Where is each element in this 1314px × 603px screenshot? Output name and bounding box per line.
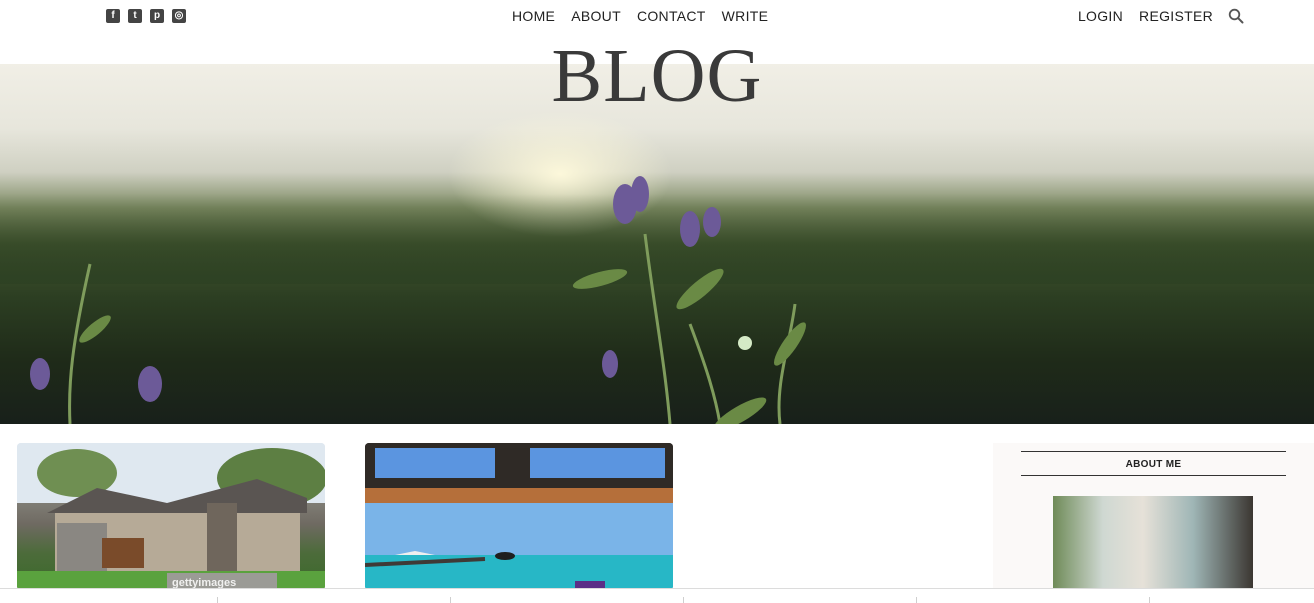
main-nav: HOME ABOUT CONTACT WRITE	[512, 8, 768, 24]
bottom-divider	[683, 597, 684, 603]
instagram-icon[interactable]: ◎	[172, 9, 186, 23]
nav-write[interactable]: WRITE	[722, 8, 769, 24]
top-bar: f t p ◎ HOME ABOUT CONTACT WRITE LOGIN R…	[0, 0, 1314, 34]
twitter-icon[interactable]: t	[128, 9, 142, 23]
register-link[interactable]: REGISTER	[1139, 8, 1213, 24]
post-card-house[interactable]: gettyimages	[17, 443, 325, 590]
pinterest-icon[interactable]: p	[150, 9, 164, 23]
facebook-icon[interactable]: f	[106, 9, 120, 23]
nav-contact[interactable]: CONTACT	[637, 8, 706, 24]
about-me-title: ABOUT ME	[1125, 459, 1182, 470]
blog-title: BLOG	[551, 34, 763, 118]
house-photo	[17, 443, 325, 590]
nav-home[interactable]: HOME	[512, 8, 555, 24]
about-divider-bottom	[1021, 475, 1286, 476]
hero-banner	[0, 64, 1314, 424]
post-card-pier[interactable]	[365, 443, 673, 590]
login-link[interactable]: LOGIN	[1078, 8, 1123, 24]
nav-about[interactable]: ABOUT	[571, 8, 621, 24]
pier-ocean-photo	[365, 443, 673, 590]
sidebar-about: ABOUT ME	[993, 443, 1314, 603]
workspace-photo	[1053, 496, 1253, 588]
about-divider-top	[1021, 451, 1286, 452]
bottom-divider	[450, 597, 451, 603]
bottom-bar	[0, 588, 1314, 603]
flower-stems	[30, 176, 806, 424]
auth-nav: LOGIN REGISTER	[1078, 8, 1213, 24]
bottom-divider	[916, 597, 917, 603]
bottom-divider	[217, 597, 218, 603]
social-links: f t p ◎	[106, 9, 186, 23]
bottom-divider	[1149, 597, 1150, 603]
search-icon[interactable]	[1228, 8, 1244, 24]
